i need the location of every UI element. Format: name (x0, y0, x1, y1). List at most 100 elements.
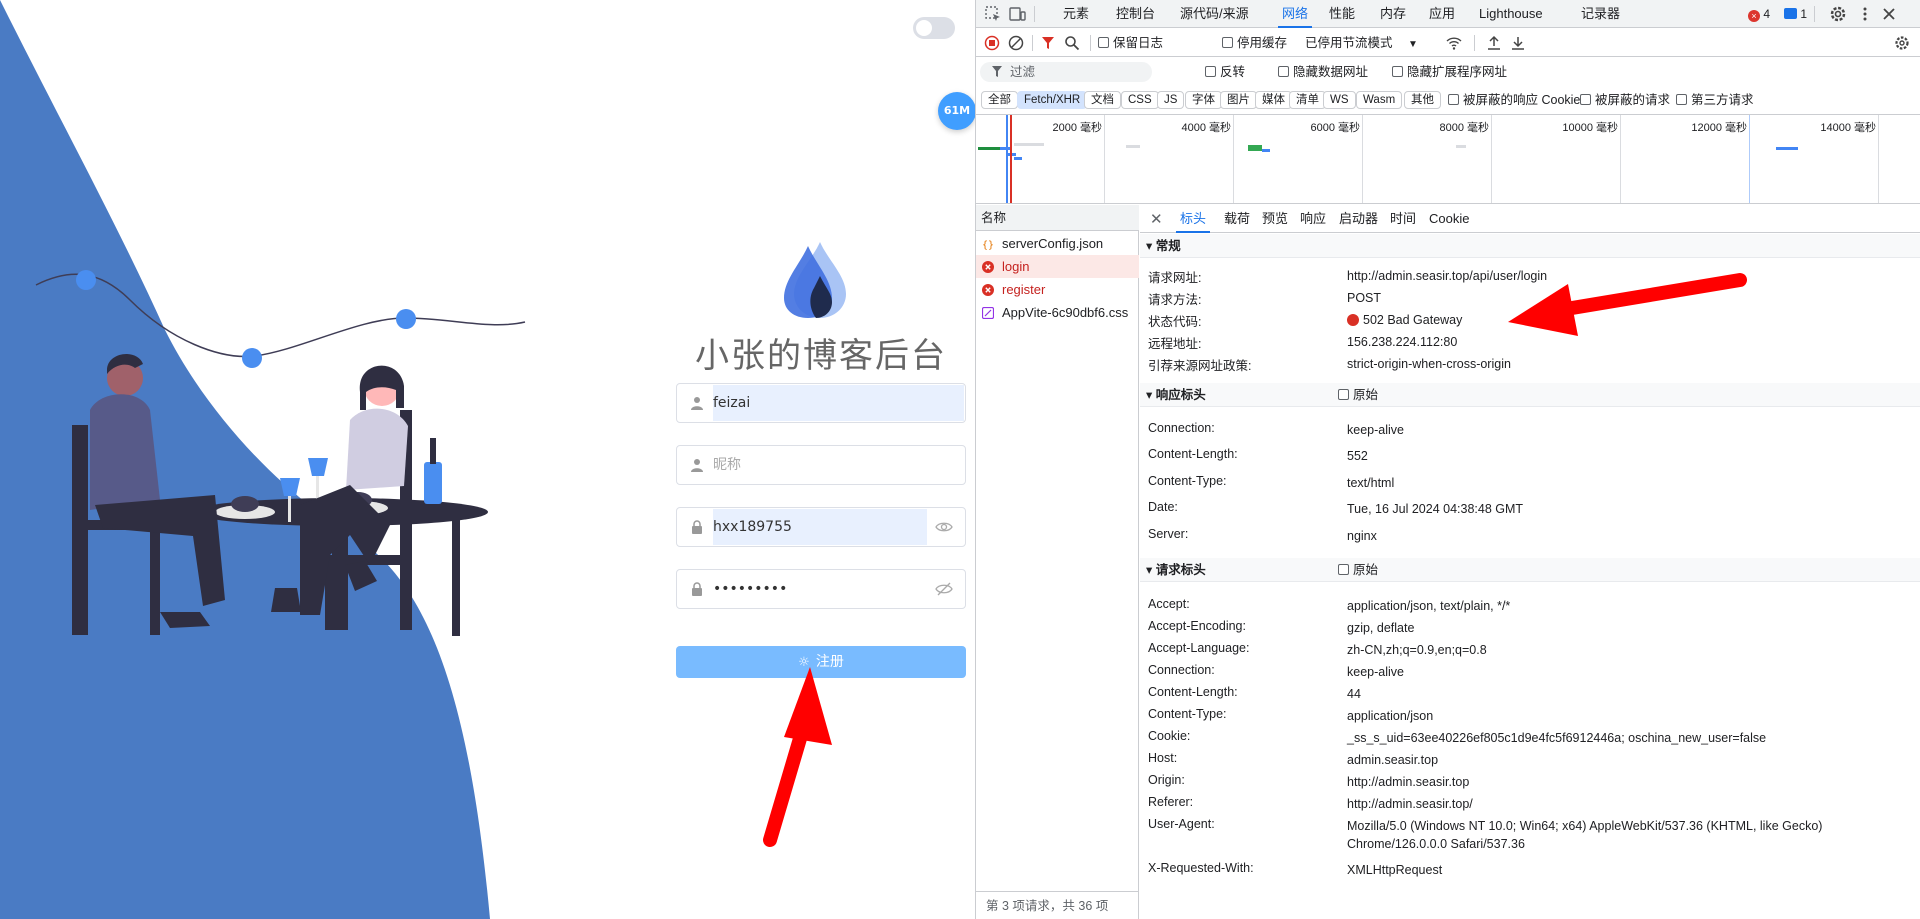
memory-badge: 61M (938, 92, 975, 130)
message-icon (1784, 8, 1797, 19)
type-font[interactable]: 字体 (1185, 91, 1222, 109)
status-value: 502 Bad Gateway (1347, 311, 1917, 329)
blocked-cookies-checkbox[interactable]: 被屏蔽的响应 Cookie (1448, 87, 1580, 113)
hide-extension-urls-label: 隐藏扩展程序网址 (1407, 65, 1508, 79)
header-value: text/html (1347, 476, 1395, 490)
timeline-bar (1126, 145, 1140, 148)
throttle-select[interactable]: 已停用节流模式 ▼ (1305, 29, 1418, 59)
device-toolbar-icon[interactable] (1008, 5, 1026, 23)
tab-recorder[interactable]: 记录器 (1581, 0, 1620, 28)
tab-payload[interactable]: 载荷 (1224, 205, 1250, 233)
gear-icon[interactable] (1829, 5, 1847, 23)
raw-checkbox[interactable]: 原始 (1338, 383, 1378, 407)
close-icon[interactable]: ✕ (1150, 210, 1163, 228)
tab-network[interactable]: 网络 (1278, 0, 1313, 28)
filter-input[interactable]: 过滤 (980, 62, 1152, 82)
header-key: Content-Length: (1148, 447, 1238, 461)
throttle-label: 已停用节流模式 (1305, 36, 1393, 50)
svg-text:{}: {} (982, 240, 994, 250)
header-value: application/json, text/plain, */* (1347, 599, 1511, 613)
raw-label: 原始 (1353, 388, 1379, 402)
type-other[interactable]: 其他 (1404, 91, 1441, 109)
header-value: http://admin.seasir.top/api/user/login (1347, 269, 1548, 283)
theme-toggle[interactable] (913, 17, 955, 39)
tab-headers[interactable]: 标头 (1176, 205, 1211, 233)
filter-icon[interactable] (1040, 35, 1056, 51)
type-fetch-xhr[interactable]: Fetch/XHR (1017, 91, 1088, 109)
header-key: Connection: (1148, 421, 1215, 435)
request-headers-section-header[interactable]: ▾ 请求标头 原始 (1140, 558, 1920, 582)
invert-checkbox[interactable]: 反转 (1205, 58, 1245, 86)
chevron-down-icon: ▼ (1408, 39, 1418, 50)
preserve-log-checkbox[interactable]: 保留日志 (1098, 29, 1163, 57)
tab-sources[interactable]: 源代码/来源 (1180, 0, 1249, 28)
type-ws[interactable]: WS (1323, 91, 1356, 109)
network-settings-icon[interactable] (1894, 35, 1910, 51)
request-row[interactable]: {} serverConfig.json (976, 232, 1139, 255)
raw-checkbox[interactable]: 原始 (1338, 558, 1378, 582)
username-autofill-bg (713, 385, 964, 421)
download-icon[interactable] (1510, 35, 1526, 51)
timeline-dom-marker (1006, 115, 1008, 203)
tab-timing[interactable]: 时间 (1390, 205, 1416, 233)
password-field[interactable]: hxx189755 (676, 507, 966, 547)
tab-console[interactable]: 控制台 (1116, 0, 1155, 28)
type-doc[interactable]: 文档 (1084, 91, 1121, 109)
network-conditions-icon[interactable] (1446, 35, 1462, 51)
eye-hidden-icon[interactable] (935, 581, 953, 597)
message-counter[interactable]: 1 (1784, 7, 1807, 21)
tab-performance[interactable]: 性能 (1329, 0, 1355, 28)
tab-memory[interactable]: 内存 (1380, 0, 1406, 28)
hide-extension-urls-checkbox[interactable]: 隐藏扩展程序网址 (1392, 58, 1507, 86)
third-party-checkbox[interactable]: 第三方请求 (1676, 87, 1754, 113)
general-section-header[interactable]: ▾ 常规 (1140, 234, 1920, 258)
timeline-bar (1014, 143, 1044, 146)
username-field[interactable]: feizai (676, 383, 966, 423)
more-vertical-icon[interactable] (1856, 5, 1874, 23)
nickname-placeholder: 昵称 (713, 457, 741, 473)
confirm-password-field[interactable]: ••••••••• (676, 569, 966, 609)
header-value: 156.238.224.112:80 (1347, 335, 1458, 349)
request-row-selected[interactable]: login (976, 255, 1139, 278)
disable-cache-checkbox[interactable]: 停用缓存 (1222, 29, 1287, 57)
type-wasm[interactable]: Wasm (1356, 91, 1403, 109)
tab-lighthouse[interactable]: Lighthouse (1479, 0, 1543, 28)
header-value: nginx (1347, 529, 1377, 543)
type-js[interactable]: JS (1157, 91, 1185, 109)
response-headers-section-header[interactable]: ▾ 响应标头 原始 (1140, 383, 1920, 407)
tab-initiator[interactable]: 启动器 (1339, 205, 1378, 233)
loading-icon: ☼ (798, 655, 810, 670)
register-button[interactable]: ☼ 注册 (676, 646, 966, 678)
header-key: Connection: (1148, 663, 1215, 677)
tab-application[interactable]: 应用 (1429, 0, 1455, 28)
timeline-tick-label: 2000 毫秒 (1052, 122, 1102, 134)
tab-preview[interactable]: 预览 (1262, 205, 1288, 233)
hide-data-urls-checkbox[interactable]: 隐藏数据网址 (1278, 58, 1368, 86)
type-media[interactable]: 媒体 (1255, 91, 1292, 109)
tab-cookies[interactable]: Cookie (1429, 205, 1469, 233)
record-stop-icon[interactable] (984, 35, 1000, 51)
request-row[interactable]: register (976, 278, 1139, 301)
timeline-tick-label: 12000 毫秒 (1691, 122, 1747, 134)
error-counter[interactable]: × 4 (1748, 7, 1770, 22)
tab-elements[interactable]: 元素 (1063, 0, 1089, 28)
name-column-header[interactable]: 名称 (976, 205, 1139, 231)
tab-response[interactable]: 响应 (1300, 205, 1326, 233)
search-icon[interactable] (1064, 35, 1080, 51)
inspect-icon[interactable] (984, 5, 1002, 23)
blocked-requests-checkbox[interactable]: 被屏蔽的请求 (1580, 87, 1670, 113)
upload-icon[interactable] (1486, 35, 1502, 51)
header-value: keep-alive (1347, 665, 1404, 679)
network-overview-timeline[interactable]: 2000 毫秒 4000 毫秒 6000 毫秒 8000 毫秒 10000 毫秒… (976, 114, 1920, 204)
header-value: _ss_s_uid=63ee40226ef805c1d9e4fc5f691244… (1347, 731, 1767, 745)
request-row[interactable]: AppVite-6c90dbf6.css (976, 301, 1139, 324)
status-error-dot-icon (1347, 314, 1359, 326)
eye-icon[interactable] (935, 519, 953, 535)
type-all[interactable]: 全部 (981, 91, 1018, 109)
type-manifest[interactable]: 清单 (1289, 91, 1326, 109)
clear-icon[interactable] (1008, 35, 1024, 51)
nickname-field[interactable]: 昵称 (676, 445, 966, 485)
type-img[interactable]: 图片 (1220, 91, 1257, 109)
type-css[interactable]: CSS (1121, 91, 1159, 109)
close-icon[interactable] (1880, 5, 1898, 23)
